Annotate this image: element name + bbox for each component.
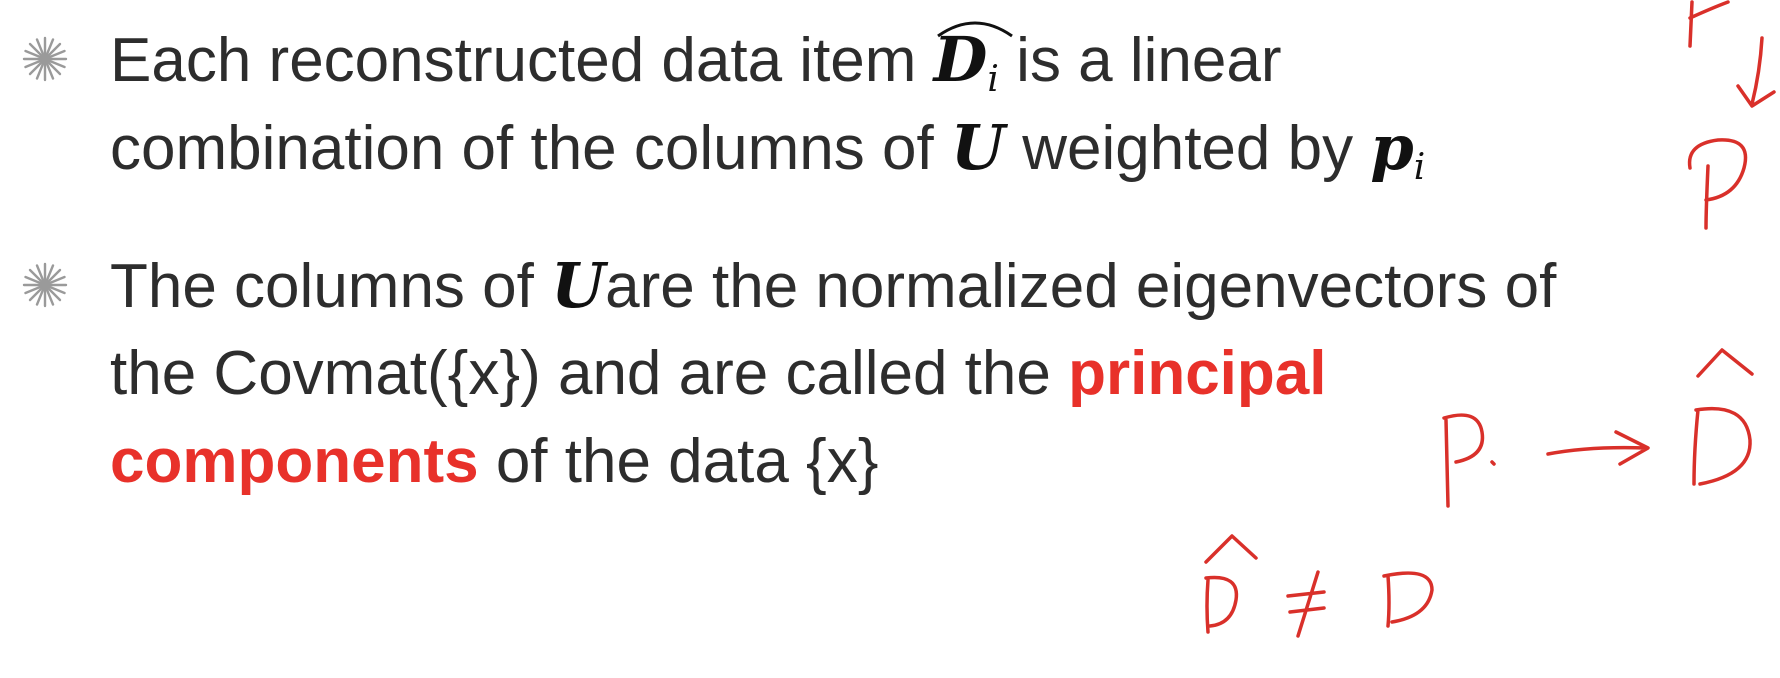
bullet-2-line-2: the Covmat({x}) and are called the princ… (110, 330, 1326, 418)
annotation-d-hat (1204, 575, 1239, 634)
text-run: of the data {x} (478, 427, 879, 496)
starburst-bullet-icon (22, 36, 68, 82)
math-p-i: pi (1370, 111, 1426, 188)
text-run: are the normalized eigenvectors of (605, 252, 1557, 321)
emphasis-principal: principal (1068, 339, 1327, 408)
text-run: weighted by (1004, 114, 1371, 183)
annotation-hat (1696, 348, 1754, 378)
text-run: the Covmat({x}) and are called the (110, 339, 1069, 408)
slide: Each reconstructed data item Di is a lin… (0, 0, 1780, 678)
bullet-2-line-3: components of the data {x} (110, 418, 878, 506)
math-u: U (551, 249, 606, 322)
annotation-down-arrow (1736, 36, 1776, 108)
hat-accent-icon (936, 21, 1013, 38)
annotation-right-arrow (1546, 430, 1650, 466)
text-run: Each reconstructed data item (110, 26, 934, 95)
annotation-hat-small (1204, 534, 1258, 564)
text-run: combination of the columns of (110, 114, 951, 183)
annotation-d-right (1692, 406, 1752, 486)
annotation-d (1382, 571, 1434, 628)
text-run: is a linear (998, 26, 1282, 95)
bullet-2-line-1: The columns of Uare the normalized eigen… (110, 242, 1556, 331)
math-u: U (950, 111, 1005, 184)
starburst-bullet-icon (22, 262, 68, 308)
annotation-partial-p (1688, 0, 1730, 48)
annotation-p (1687, 138, 1748, 230)
annotation-not-equal (1286, 570, 1326, 638)
annotation-p-dot (1442, 413, 1496, 508)
bullet-1-line-2: combination of the columns of U weighted… (110, 104, 1425, 212)
emphasis-components: components (110, 427, 479, 496)
text-run: The columns of (110, 252, 552, 321)
